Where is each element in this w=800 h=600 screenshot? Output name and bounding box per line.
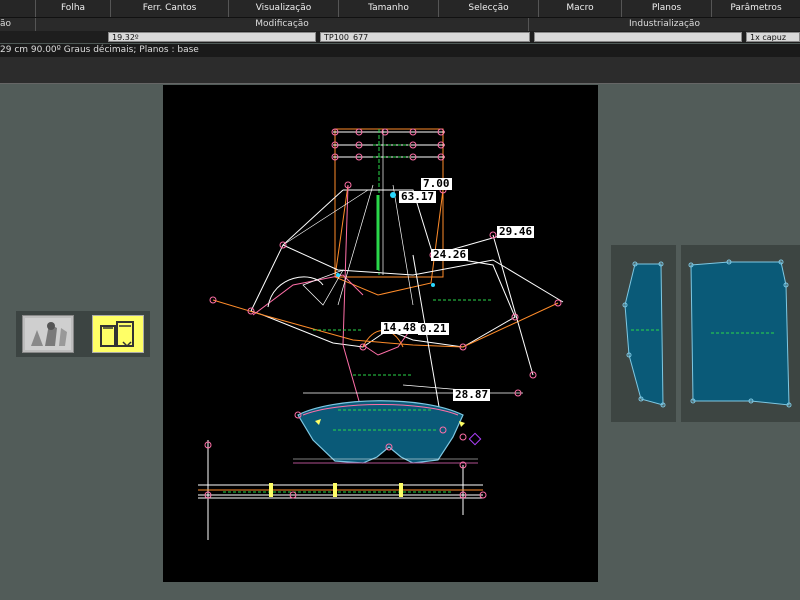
menu-item-partial[interactable]: [0, 0, 35, 17]
dimension-label: 63.17: [399, 190, 437, 203]
pattern-canvas[interactable]: 7.00 63.17 29.46 24.26 14.48 0.21 28.87: [163, 85, 598, 582]
bodice-lines: [212, 184, 564, 431]
field-bar: 19.32º TP100_677 1x capuz: [0, 31, 800, 43]
field-spacer: [0, 31, 108, 43]
menu-item-planos[interactable]: Planos: [621, 0, 711, 17]
menu-item-parametros[interactable]: Parâmetros: [711, 0, 800, 17]
dimension-label: 14.48: [381, 321, 419, 334]
menu-bar: Folha Ferr. Cantos Visualização Tamanho …: [0, 0, 800, 18]
menu-item-ferr-cantos[interactable]: Ferr. Cantos: [110, 0, 228, 17]
piece-preview-sleeve[interactable]: [611, 245, 676, 422]
toolbar-strip: [0, 57, 800, 84]
lower-blue-piece: [293, 400, 478, 464]
hood-top-piece: [333, 128, 445, 278]
section-industrializacao: Industrialização: [528, 18, 800, 31]
section-modificacao: Modificação: [35, 18, 528, 31]
section-left: ão: [0, 19, 12, 29]
dimension-label: 29.46: [497, 225, 535, 238]
dimension-label: 7.00: [421, 177, 452, 190]
thumbnail-panel: [16, 311, 150, 357]
dimension-label: 28.87: [453, 388, 491, 401]
quantity-field[interactable]: 1x capuz: [746, 32, 800, 42]
menu-item-macro[interactable]: Macro: [538, 0, 621, 17]
empty-field[interactable]: [534, 32, 742, 42]
menu-item-seleccao[interactable]: Selecção: [438, 0, 538, 17]
section-header-bar: ão Modificação Industrialização: [0, 18, 800, 31]
status-bar: 29 cm 90.00º Graus décimais; Planos : ba…: [0, 44, 800, 57]
selected-thumbnail-icon[interactable]: [92, 315, 144, 353]
dimension-label: 0.21: [418, 322, 449, 335]
menu-item-tamanho[interactable]: Tamanho: [338, 0, 438, 17]
dimension-label: 24.26: [431, 248, 469, 261]
menu-item-visualizacao[interactable]: Visualização: [228, 0, 338, 17]
angle-field[interactable]: 19.32º: [108, 32, 316, 42]
piece-preview-body[interactable]: [681, 245, 800, 422]
diamond-marker: [468, 432, 482, 446]
sketch-thumbnail-icon[interactable]: [22, 315, 74, 353]
menu-item-folha[interactable]: Folha: [35, 0, 110, 17]
notch-marker: [459, 421, 465, 427]
piece-name-field[interactable]: TP100_677: [320, 32, 530, 42]
